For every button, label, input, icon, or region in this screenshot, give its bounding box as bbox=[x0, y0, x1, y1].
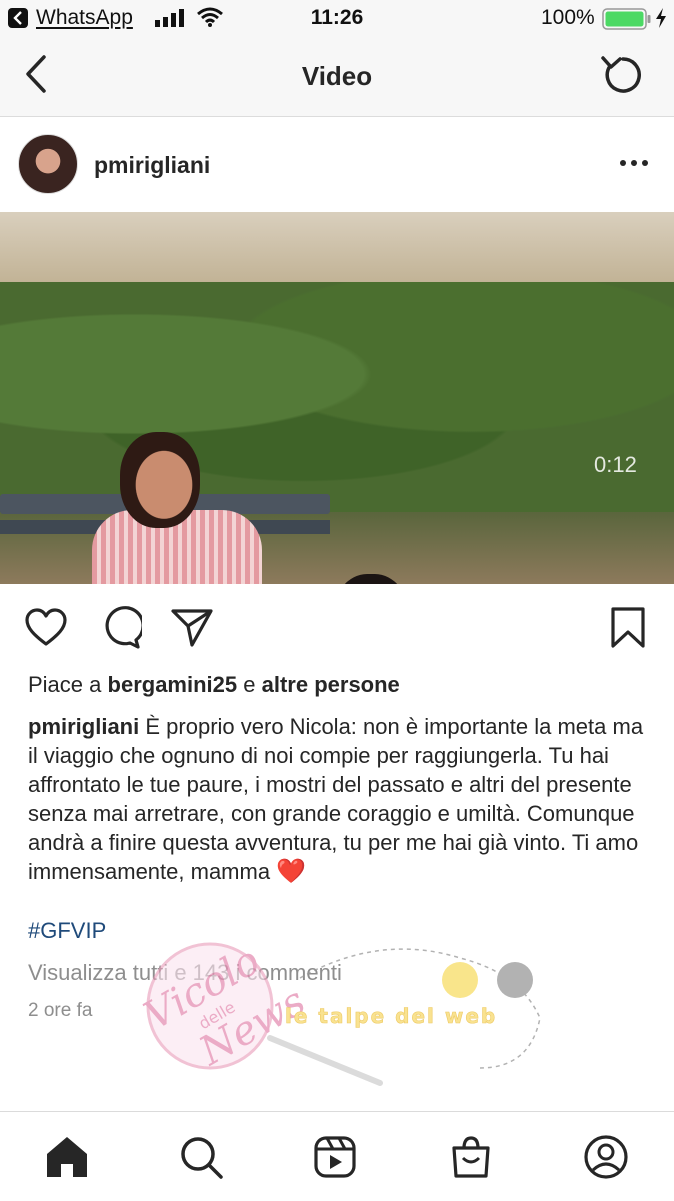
save-bookmark-icon[interactable] bbox=[606, 606, 650, 650]
charging-icon bbox=[656, 8, 666, 28]
battery-icon bbox=[602, 8, 651, 30]
post-username[interactable]: pmirigliani bbox=[94, 152, 210, 179]
nav-header: Video bbox=[0, 38, 674, 117]
like-heart-icon[interactable] bbox=[24, 606, 68, 650]
post-timestamp: 2 ore fa bbox=[28, 1000, 93, 1021]
more-options-icon[interactable] bbox=[618, 157, 650, 169]
woman-figure-head bbox=[120, 432, 200, 528]
likes-joiner: e bbox=[243, 672, 256, 697]
shop-icon[interactable] bbox=[448, 1134, 494, 1180]
video-background-sky bbox=[0, 212, 674, 282]
video-background-bushes bbox=[0, 282, 674, 512]
likes-others-link[interactable]: altre persone bbox=[262, 672, 400, 697]
watermark-logo: Vicolo delle News le talpe del web bbox=[137, 938, 541, 1086]
avatar[interactable] bbox=[18, 134, 78, 194]
comment-icon[interactable] bbox=[98, 606, 142, 650]
search-icon[interactable] bbox=[178, 1134, 224, 1180]
caption-text: È proprio vero Nicola: non è importante … bbox=[28, 714, 644, 884]
video-timestamp: 0:12 bbox=[594, 452, 637, 477]
hashtag-link[interactable]: #GFVIP bbox=[28, 918, 106, 944]
share-send-icon[interactable] bbox=[170, 606, 214, 650]
battery-percent: 100% bbox=[541, 6, 595, 29]
heart-emoji: ❤️ bbox=[276, 858, 307, 885]
refresh-icon[interactable] bbox=[600, 54, 646, 96]
reels-icon[interactable] bbox=[312, 1134, 358, 1180]
bottom-tab-bar bbox=[0, 1111, 674, 1201]
caption-username[interactable]: pmirigliani bbox=[28, 714, 139, 739]
man-figure-head bbox=[332, 574, 410, 584]
likes-user-link[interactable]: bergamini25 bbox=[108, 672, 238, 697]
post-caption: pmirigliani È proprio vero Nicola: non è… bbox=[28, 712, 658, 886]
likes-summary: Piace a bergamini25 e altre persone bbox=[28, 672, 400, 698]
watermark-tagline: le talpe del web bbox=[285, 1004, 497, 1028]
post-video[interactable]: 0:12 bbox=[0, 212, 674, 584]
page-title: Video bbox=[301, 61, 373, 91]
home-icon[interactable] bbox=[44, 1134, 90, 1180]
post-actions bbox=[0, 584, 674, 668]
post-header: pmirigliani bbox=[0, 117, 674, 211]
profile-icon[interactable] bbox=[583, 1134, 629, 1180]
likes-prefix: Piace a bbox=[28, 672, 102, 697]
status-bar: WhatsApp 11:26 100% bbox=[0, 0, 674, 38]
